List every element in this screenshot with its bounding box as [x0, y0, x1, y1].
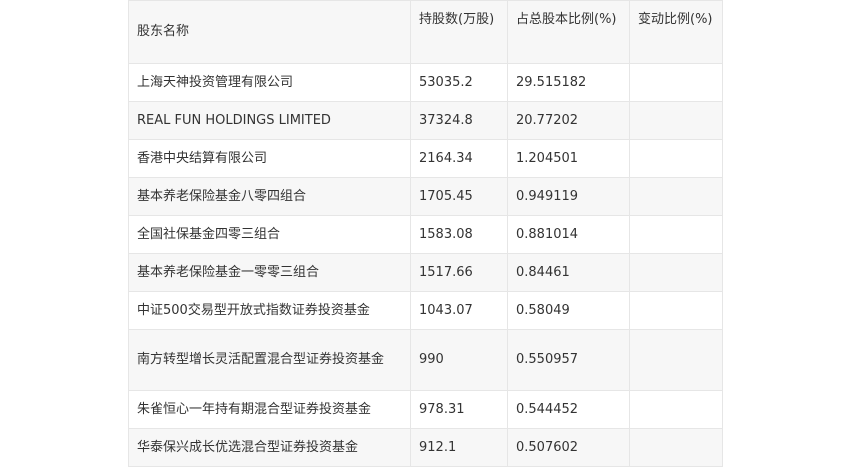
cell-ratio: 0.507602 — [507, 428, 630, 467]
table-row: 中证500交易型开放式指数证券投资基金 1043.07 0.58049 — [128, 291, 723, 330]
table-row: 基本养老保险基金八零四组合 1705.45 0.949119 — [128, 177, 723, 216]
cell-change — [629, 177, 723, 216]
cell-name: 朱雀恒心一年持有期混合型证券投资基金 — [128, 390, 411, 429]
cell-ratio: 29.515182 — [507, 63, 630, 102]
cell-change — [629, 390, 723, 429]
cell-shares: 978.31 — [410, 390, 508, 429]
cell-ratio: 0.949119 — [507, 177, 630, 216]
cell-ratio: 20.77202 — [507, 101, 630, 140]
header-shares: 持股数(万股) — [410, 0, 508, 64]
cell-change — [629, 291, 723, 330]
shareholder-table: 股东名称 持股数(万股) 占总股本比例(%) 变动比例(%) 上海天神投资管理有… — [128, 0, 723, 467]
cell-change — [629, 329, 723, 391]
cell-ratio: 0.550957 — [507, 329, 630, 391]
cell-ratio: 1.204501 — [507, 139, 630, 178]
table-row: 上海天神投资管理有限公司 53035.2 29.515182 — [128, 63, 723, 102]
header-row: 股东名称 持股数(万股) 占总股本比例(%) 变动比例(%) — [128, 0, 723, 64]
table-row: 朱雀恒心一年持有期混合型证券投资基金 978.31 0.544452 — [128, 390, 723, 429]
cell-shares: 1583.08 — [410, 215, 508, 254]
cell-shares: 1705.45 — [410, 177, 508, 216]
cell-name: 基本养老保险基金八零四组合 — [128, 177, 411, 216]
cell-change — [629, 215, 723, 254]
table-row: 香港中央结算有限公司 2164.34 1.204501 — [128, 139, 723, 178]
cell-shares: 1517.66 — [410, 253, 508, 292]
cell-ratio: 0.881014 — [507, 215, 630, 254]
cell-change — [629, 139, 723, 178]
cell-change — [629, 63, 723, 102]
cell-ratio: 0.58049 — [507, 291, 630, 330]
table-row: 南方转型增长灵活配置混合型证券投资基金 990 0.550957 — [128, 329, 723, 391]
header-ratio: 占总股本比例(%) — [507, 0, 630, 64]
cell-name: 华泰保兴成长优选混合型证券投资基金 — [128, 428, 411, 467]
cell-name: 南方转型增长灵活配置混合型证券投资基金 — [128, 329, 411, 391]
cell-shares: 53035.2 — [410, 63, 508, 102]
cell-change — [629, 428, 723, 467]
cell-change — [629, 253, 723, 292]
cell-name: 基本养老保险基金一零零三组合 — [128, 253, 411, 292]
table-row: REAL FUN HOLDINGS LIMITED 37324.8 20.772… — [128, 101, 723, 140]
table-row: 全国社保基金四零三组合 1583.08 0.881014 — [128, 215, 723, 254]
cell-shares: 912.1 — [410, 428, 508, 467]
table-body: 上海天神投资管理有限公司 53035.2 29.515182 REAL FUN … — [128, 63, 723, 467]
cell-shares: 1043.07 — [410, 291, 508, 330]
cell-name: 香港中央结算有限公司 — [128, 139, 411, 178]
cell-ratio: 0.544452 — [507, 390, 630, 429]
cell-name: 上海天神投资管理有限公司 — [128, 63, 411, 102]
table-row: 华泰保兴成长优选混合型证券投资基金 912.1 0.507602 — [128, 428, 723, 467]
cell-name: 全国社保基金四零三组合 — [128, 215, 411, 254]
cell-shares: 2164.34 — [410, 139, 508, 178]
cell-shares: 990 — [410, 329, 508, 391]
cell-name: 中证500交易型开放式指数证券投资基金 — [128, 291, 411, 330]
cell-ratio: 0.84461 — [507, 253, 630, 292]
cell-shares: 37324.8 — [410, 101, 508, 140]
table-header: 股东名称 持股数(万股) 占总股本比例(%) 变动比例(%) — [128, 0, 723, 64]
header-shareholder-name: 股东名称 — [128, 0, 411, 64]
cell-change — [629, 101, 723, 140]
cell-name: REAL FUN HOLDINGS LIMITED — [128, 101, 411, 140]
header-change: 变动比例(%) — [629, 0, 723, 64]
table-row: 基本养老保险基金一零零三组合 1517.66 0.84461 — [128, 253, 723, 292]
